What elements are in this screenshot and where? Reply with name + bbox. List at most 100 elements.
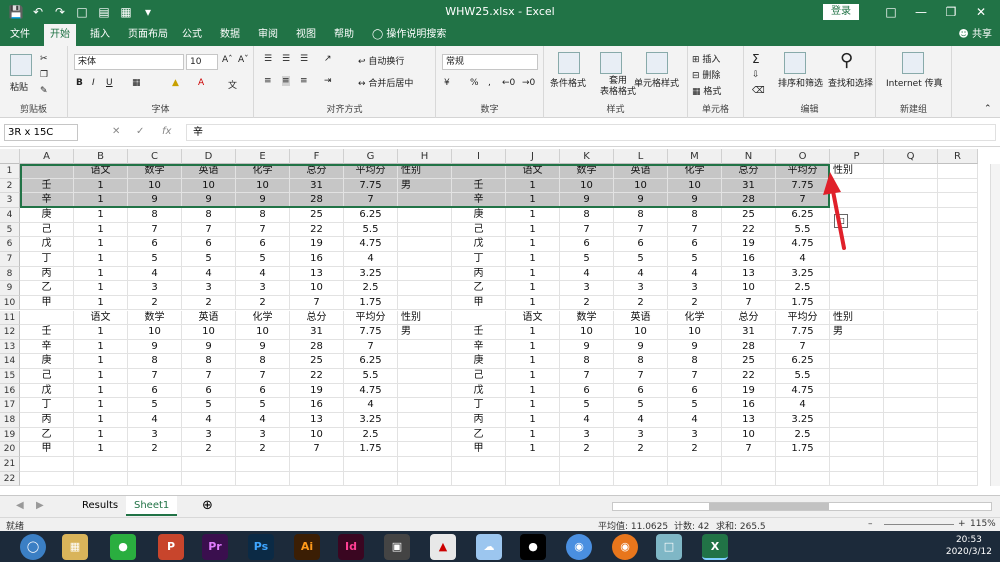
grid-cell[interactable]: 5 (236, 398, 290, 414)
formula-input[interactable]: 辛 (186, 124, 996, 141)
grid-cell[interactable]: 6 (668, 383, 722, 399)
media-player-icon[interactable]: ▣ (384, 534, 410, 560)
grid-cell[interactable]: 8 (182, 354, 236, 370)
grid-cell[interactable] (938, 295, 978, 311)
grid-cell[interactable]: 3 (668, 281, 722, 296)
grid-cell[interactable] (668, 457, 722, 472)
grid-cell[interactable]: 1 (506, 237, 560, 252)
table-format-button[interactable]: 套用 表格格式 (600, 76, 636, 98)
grid-cell[interactable] (830, 457, 884, 472)
grid-cell[interactable]: 1 (506, 442, 560, 457)
grid-cell[interactable]: 7 (614, 222, 668, 238)
grid-cell[interactable]: 4 (560, 413, 614, 428)
grid-cell[interactable]: 10 (128, 325, 182, 340)
grid-cell[interactable]: 7 (236, 222, 290, 238)
grid-cell[interactable] (830, 295, 884, 311)
grid-cell[interactable]: 4 (776, 398, 830, 414)
grid-cell[interactable]: 丁 (20, 251, 74, 267)
clear-icon[interactable]: ⌫ (752, 86, 765, 96)
sheet-tab-sheet1[interactable]: Sheet1 (126, 496, 178, 516)
grid-cell[interactable]: 31 (290, 325, 344, 340)
grid-cell[interactable]: 2 (128, 442, 182, 457)
grid-cell[interactable]: 3 (614, 427, 668, 443)
grid-cell[interactable]: 19 (290, 383, 344, 399)
grid-cell[interactable]: 5 (560, 251, 614, 267)
chrome-icon[interactable]: ◉ (566, 534, 592, 560)
grid-cell[interactable]: 16 (722, 398, 776, 414)
grid-cell[interactable]: 10 (722, 427, 776, 443)
increase-decimal-icon[interactable]: ←0 (502, 78, 515, 88)
grid-cell[interactable]: 7 (290, 295, 344, 311)
grid-cell[interactable]: 己 (452, 369, 506, 384)
grid-cell[interactable]: 男 (830, 325, 884, 340)
tab-formulas[interactable]: 公式 (176, 24, 208, 46)
column-header[interactable]: L (614, 149, 668, 164)
grid-cell[interactable]: 1.75 (344, 295, 398, 311)
grid-cell[interactable] (830, 354, 884, 370)
align-bottom-icon[interactable]: ☰ (300, 54, 308, 64)
grid-cell[interactable]: 16 (722, 251, 776, 267)
grid-cell[interactable]: 4 (776, 251, 830, 267)
grid-cell[interactable] (776, 471, 830, 487)
grid-cell[interactable]: 英语 (614, 310, 668, 326)
grid-cell[interactable] (74, 471, 128, 487)
grid-cell[interactable]: 辛 (20, 339, 74, 355)
grid-cell[interactable] (884, 427, 938, 443)
column-header[interactable]: R (938, 149, 978, 164)
grid-cell[interactable] (938, 310, 978, 326)
row-header[interactable]: 5 (0, 222, 20, 238)
next-sheet-icon[interactable]: ▶ (28, 496, 52, 516)
grid-cell[interactable]: 1 (74, 325, 128, 340)
insert-function-icon[interactable]: fx (162, 126, 171, 137)
grid-cell[interactable]: 16 (290, 398, 344, 414)
grid-cell[interactable]: 总分 (722, 310, 776, 326)
grid-cell[interactable] (938, 369, 978, 384)
grid-cell[interactable]: 1 (74, 222, 128, 238)
grid-cell[interactable]: 乙 (20, 427, 74, 443)
grid-cell[interactable]: 3 (614, 281, 668, 296)
grid-cell[interactable]: 8 (128, 207, 182, 223)
grid-cell[interactable]: 1.75 (344, 442, 398, 457)
column-header[interactable]: A (20, 149, 74, 164)
grid-cell[interactable]: 庚 (20, 207, 74, 223)
phonetic-icon[interactable]: 文 (228, 78, 237, 91)
grid-cell[interactable]: 3.25 (776, 413, 830, 428)
grid-cell[interactable]: 5 (182, 251, 236, 267)
grid-cell[interactable]: 己 (20, 222, 74, 238)
column-header[interactable]: Q (884, 149, 938, 164)
grid-cell[interactable]: 10 (668, 325, 722, 340)
grid-cell[interactable]: 4 (344, 251, 398, 267)
grid-cell[interactable] (830, 251, 884, 267)
grid-cell[interactable]: 1 (506, 354, 560, 370)
grid-cell[interactable]: 1 (506, 369, 560, 384)
grid-cell[interactable] (884, 251, 938, 267)
italic-icon[interactable]: I (92, 78, 95, 88)
grid-cell[interactable]: 2.5 (344, 281, 398, 296)
grid-cell[interactable] (938, 413, 978, 428)
start-icon[interactable]: ◯ (20, 534, 46, 560)
grid-cell[interactable] (398, 471, 452, 487)
grid-cell[interactable]: 1 (74, 237, 128, 252)
grid-cell[interactable] (398, 354, 452, 370)
column-header[interactable]: F (290, 149, 344, 164)
grid-cell[interactable] (398, 266, 452, 282)
select-all-corner[interactable] (0, 149, 20, 164)
share-button[interactable]: ☻ 共享 (958, 24, 992, 46)
grid-cell[interactable] (398, 207, 452, 223)
grid-cell[interactable]: 7.75 (344, 325, 398, 340)
grid-cell[interactable]: 1 (74, 251, 128, 267)
row-header[interactable]: 1 (0, 164, 20, 179)
row-header[interactable]: 3 (0, 193, 20, 208)
wechat-icon[interactable]: ● (110, 534, 136, 560)
currency-icon[interactable]: ¥ (444, 78, 450, 88)
sort-filter-icon[interactable] (784, 52, 806, 74)
grid-cell[interactable]: 6 (614, 383, 668, 399)
row-header[interactable]: 7 (0, 251, 20, 267)
tab-insert[interactable]: 插入 (84, 24, 116, 46)
close-icon[interactable]: ✕ (966, 0, 996, 24)
grid-cell[interactable] (398, 369, 452, 384)
grid-cell[interactable]: 乙 (452, 281, 506, 296)
login-button[interactable]: 登录 (823, 4, 859, 20)
maximize-icon[interactable]: ❐ (936, 0, 966, 24)
sort-filter-button[interactable]: 排序和筛选 (778, 76, 823, 89)
